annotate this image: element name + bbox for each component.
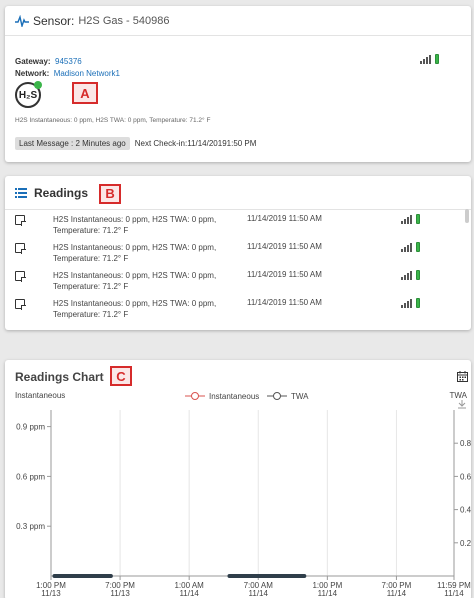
signal-icon: [401, 299, 412, 308]
last-message-badge: Last Message : 2 Minutes ago: [15, 137, 130, 150]
battery-icon: [416, 270, 420, 280]
reading-date: 11/14/2019 11:50 AM: [247, 270, 322, 279]
readings-chart: Instantaneous TWA Instantaneous TWA 0.3 …: [15, 391, 471, 598]
reading-row[interactable]: H2S Instantaneous: 0 ppm, H2S TWA: 0 ppm…: [15, 298, 457, 325]
network-link[interactable]: Madison Network1: [54, 69, 120, 78]
note-icon: [15, 243, 26, 254]
x-tick-label-date: 11/14: [387, 589, 407, 598]
battery-icon: [416, 298, 420, 308]
x-tick-label-date: 11/13: [41, 589, 61, 598]
signal-icon: [401, 215, 412, 224]
reading-text: H2S Instantaneous: 0 ppm, H2S TWA: 0 ppm…: [53, 215, 217, 235]
battery-icon: [416, 214, 420, 224]
signal-icon: [401, 271, 412, 280]
legend-label-twa: TWA: [291, 392, 309, 401]
list-icon: [15, 187, 27, 198]
y-right-tick-label: 0.8: [460, 439, 471, 448]
readings-header: Readings B: [5, 176, 471, 210]
reading-text: H2S Instantaneous: 0 ppm, H2S TWA: 0 ppm…: [53, 299, 217, 319]
legend-item-twa[interactable]: TWA: [267, 392, 309, 401]
y-right-axis-label: TWA: [450, 391, 468, 400]
sensor-card: Sensor: H2S Gas - 540986 Gateway: 945376…: [5, 6, 471, 162]
reading-date: 11/14/2019 11:50 AM: [247, 298, 322, 307]
x-tick-label-date: 11/14: [444, 589, 464, 598]
y-right-tick-label: 0.6: [460, 472, 471, 481]
next-checkin: Next Check-in:11/14/20191:50 PM: [134, 139, 257, 148]
reading-status: [401, 298, 420, 308]
note-icon: [15, 299, 26, 310]
note-icon: [15, 271, 26, 282]
reading-status: [401, 270, 420, 280]
network-line: Network: Madison Network1: [15, 63, 120, 81]
reading-row[interactable]: H2S Instantaneous: 0 ppm, H2S TWA: 0 ppm…: [15, 242, 457, 269]
sensor-title: Sensor:: [33, 13, 75, 28]
y-right-tick-label: 0.2: [460, 539, 471, 548]
battery-icon: [435, 54, 439, 64]
reading-status: [401, 242, 420, 252]
reading-status: [401, 214, 420, 224]
readings-title: Readings: [34, 185, 89, 200]
online-dot-icon: [34, 81, 42, 89]
y-left-tick-label: 0.6 ppm: [16, 472, 45, 481]
signal-icon: [420, 55, 431, 64]
legend-item-instantaneous[interactable]: Instantaneous: [185, 392, 259, 401]
legend: Instantaneous TWA: [185, 392, 309, 401]
y-left-tick-label: 0.3 ppm: [16, 522, 45, 531]
annotation-b: B: [99, 183, 122, 204]
reading-text: H2S Instantaneous: 0 ppm, H2S TWA: 0 ppm…: [53, 271, 217, 291]
sensor-name: H2S Gas - 540986: [78, 14, 170, 27]
readings-card: Readings B H2S Instantaneous: 0 ppm, H2S…: [5, 176, 471, 330]
note-icon: [15, 215, 26, 226]
reading-date: 11/14/2019 11:50 AM: [247, 214, 322, 223]
y-right-tick-label: 0.4: [460, 506, 471, 515]
battery-icon: [416, 242, 420, 252]
h2s-gas-icon: H₂S: [15, 81, 42, 108]
readings-scrollbar[interactable]: [465, 209, 469, 223]
h2s-icon-text: H₂S: [18, 89, 38, 101]
message-info: Last Message : 2 Minutes ago Next Check-…: [15, 136, 256, 151]
legend-label-instantaneous: Instantaneous: [209, 392, 259, 401]
reading-row[interactable]: H2S Instantaneous: 0 ppm, H2S TWA: 0 ppm…: [15, 270, 457, 297]
pulse-icon: [15, 14, 29, 27]
annotation-a: A: [72, 82, 98, 104]
reading-text: H2S Instantaneous: 0 ppm, H2S TWA: 0 ppm…: [53, 243, 217, 263]
x-tick-label-date: 11/14: [179, 589, 199, 598]
sensor-header: Sensor: H2S Gas - 540986: [5, 6, 471, 36]
sensor-status: [420, 54, 439, 64]
x-tick-label-date: 11/14: [318, 589, 338, 598]
y-left-tick-label: 0.9 ppm: [16, 423, 45, 432]
chart-card: Readings Chart C Instantaneous TWA Insta…: [5, 360, 471, 598]
network-label: Network:: [15, 69, 50, 78]
signal-icon: [401, 243, 412, 252]
y-left-axis-label: Instantaneous: [15, 391, 65, 400]
plot-area: 0.3 ppm0.6 ppm0.9 ppm0.20.40.60.81:00 PM…: [16, 410, 471, 598]
sensor-reading-line: H2S Instantaneous: 0 ppm, H2S TWA: 0 ppm…: [15, 117, 211, 124]
reading-row[interactable]: H2S Instantaneous: 0 ppm, H2S TWA: 0 ppm…: [15, 214, 457, 241]
x-tick-label-date: 11/14: [249, 589, 269, 598]
x-tick-label-date: 11/13: [110, 589, 130, 598]
download-icon[interactable]: [458, 400, 466, 409]
reading-date: 11/14/2019 11:50 AM: [247, 242, 322, 251]
